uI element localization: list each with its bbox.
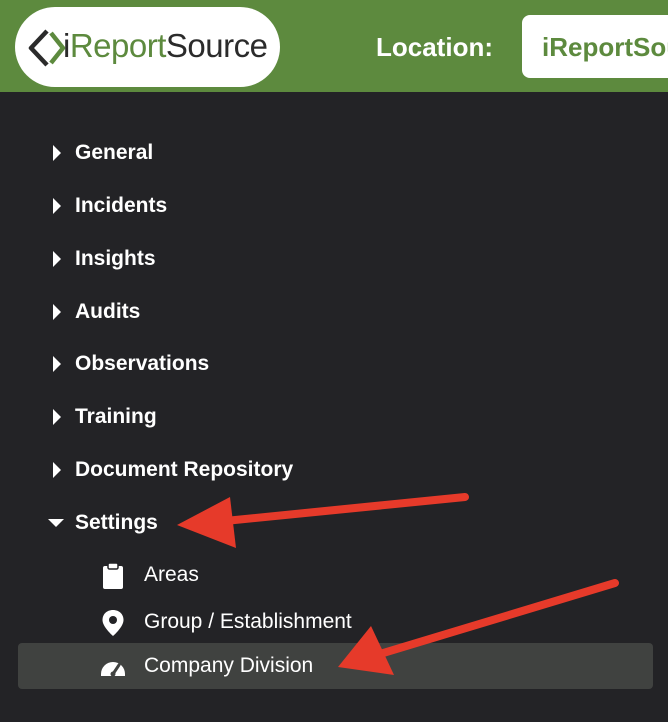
sub-item-label: Group / Establishment [144,610,352,633]
caret-right-icon [53,198,61,214]
nav-item-label: Observations [75,352,210,375]
caret-right-icon [53,251,61,267]
caret-right-icon [53,409,61,425]
location-label: Location: [376,32,493,62]
clipboard-icon [103,563,123,589]
caret-right-icon [53,356,61,372]
location-selector[interactable]: iReportSource [522,15,668,78]
location-value: iReportSource [542,32,668,62]
sub-item-company-division[interactable]: Company Division [18,643,653,689]
sidebar-nav: General Incidents Insights Audits Observ… [0,92,668,722]
caret-down-icon [48,519,64,527]
caret-right-icon [53,462,61,478]
sub-item-areas[interactable]: Areas [18,552,653,598]
app-logo[interactable]: iReportSource [15,7,280,87]
nav-item-label: Training [75,405,157,428]
nav-item-label: Settings [75,511,158,534]
nav-item-label: Insights [75,247,156,270]
top-header: iReportSource Location: iReportSource [0,0,668,92]
caret-right-icon [53,304,61,320]
sub-item-group-establishment[interactable]: Group / Establishment [18,599,653,645]
nav-item-label: Audits [75,300,141,323]
sub-item-label: Areas [144,563,199,586]
logo-text: iReportSource [63,27,268,64]
dashboard-gauge-icon [101,662,125,677]
caret-right-icon [53,145,61,161]
nav-item-label: Incidents [75,194,168,217]
sub-item-label: Company Division [144,654,314,677]
nav-item-label: Document Repository [75,458,294,481]
map-pin-icon [102,610,124,636]
nav-item-label: General [75,141,154,164]
logo-diamond-icon [28,29,66,67]
